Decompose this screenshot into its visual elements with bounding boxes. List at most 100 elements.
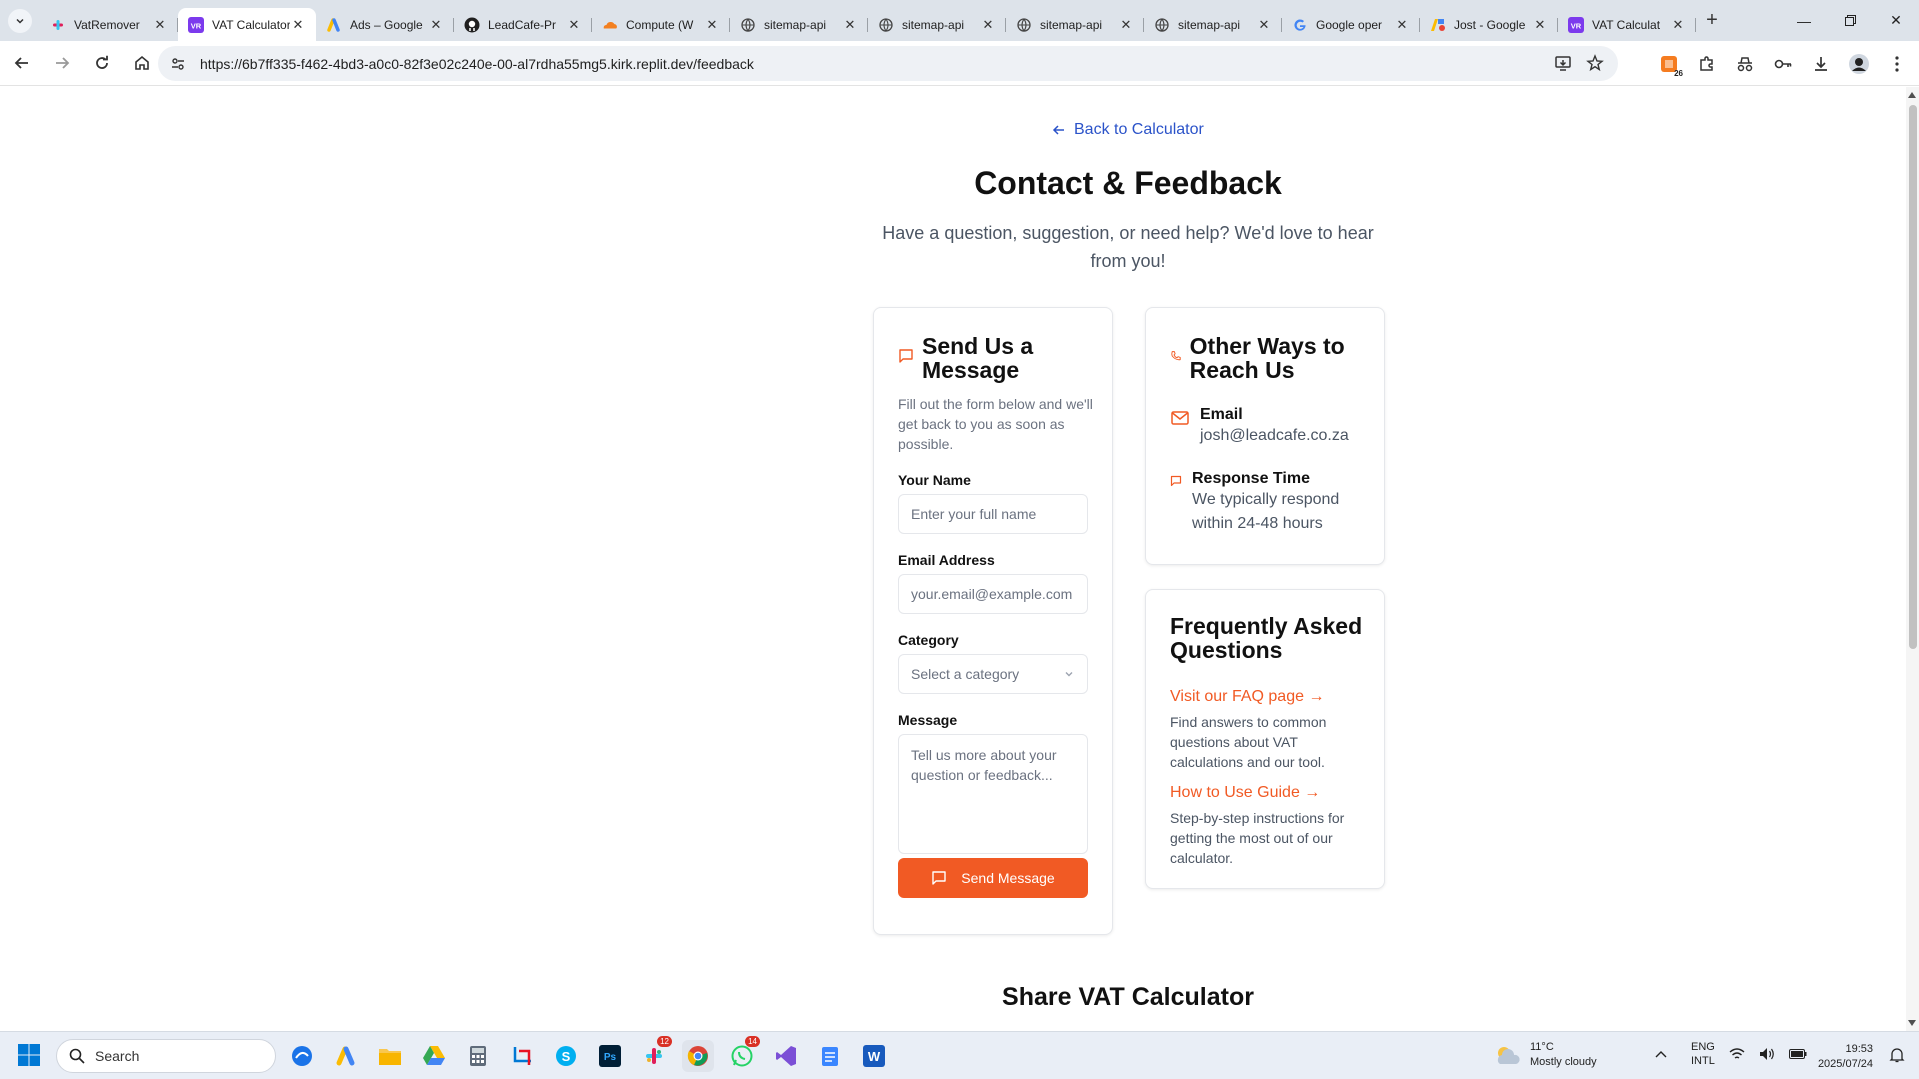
edge-app-icon[interactable] xyxy=(286,1040,318,1072)
password-manager-button[interactable] xyxy=(1769,50,1797,78)
tab-strip: VatRemover ✕ VR VAT Calculator ✕ Ads – Google… xyxy=(40,0,1696,41)
taskbar-search[interactable]: Search xyxy=(56,1039,276,1073)
address-bar[interactable]: https://6b7ff335-f462-4bd3-a0c0-82f3e02c… xyxy=(158,46,1618,81)
taskbar-clock[interactable]: 19:53 2025/07/24 xyxy=(1818,1042,1873,1072)
name-label: Your Name xyxy=(898,472,971,488)
scroll-up-arrow[interactable] xyxy=(1908,92,1916,98)
forward-button[interactable] xyxy=(44,45,80,81)
close-tab-icon[interactable]: ✕ xyxy=(980,17,996,33)
browser-tab[interactable]: VatRemover ✕ xyxy=(40,8,178,41)
browser-tab-label: LeadCafe-Pr xyxy=(488,17,557,32)
contact-email-value[interactable]: josh@leadcafe.co.za xyxy=(1200,424,1349,448)
chevron-up-icon[interactable] xyxy=(1655,1050,1667,1058)
email-label: Email Address xyxy=(898,552,995,568)
visual-studio-app-icon[interactable] xyxy=(770,1040,802,1072)
send-message-button[interactable]: Send Message xyxy=(898,858,1088,898)
browser-tab[interactable]: Google oper ✕ xyxy=(1282,8,1420,41)
chevron-down-icon xyxy=(16,18,24,24)
extension-button[interactable]: 26 xyxy=(1655,50,1683,78)
photoshop-app-icon[interactable]: Ps xyxy=(594,1040,626,1072)
notification-bell-icon[interactable] xyxy=(1889,1047,1905,1063)
globe-icon xyxy=(1016,17,1032,33)
back-button[interactable] xyxy=(4,45,40,81)
home-button[interactable] xyxy=(124,45,160,81)
chrome-app-icon[interactable] xyxy=(682,1040,714,1072)
message-textarea[interactable]: Tell us more about your question or feed… xyxy=(898,734,1088,854)
name-input[interactable]: Enter your full name xyxy=(898,494,1088,534)
browser-tab[interactable]: sitemap-api ✕ xyxy=(1144,8,1282,41)
contact-card-title: Other Ways to Reach Us xyxy=(1189,333,1345,383)
whatsapp-app-icon[interactable]: 14 xyxy=(726,1036,760,1072)
google-ads-app-icon[interactable] xyxy=(330,1040,362,1072)
faq-card: Frequently Asked Questions Visit our FAQ… xyxy=(1145,589,1385,889)
word-app-icon[interactable]: W xyxy=(858,1040,890,1072)
spy-icon xyxy=(1737,56,1753,71)
scrollbar-thumb[interactable] xyxy=(1909,105,1917,649)
close-tab-icon[interactable]: ✕ xyxy=(290,17,306,33)
browser-tab[interactable]: sitemap-api ✕ xyxy=(868,8,1006,41)
browser-tab[interactable]: Compute (W ✕ xyxy=(592,8,730,41)
slack-app-icon[interactable]: 12 xyxy=(638,1036,672,1072)
new-tab-button[interactable]: + xyxy=(1696,4,1728,37)
taskbar-weather[interactable]: 11°C Mostly cloudy xyxy=(1494,1040,1597,1070)
arrow-left-icon xyxy=(14,57,28,69)
page-scrollbar[interactable] xyxy=(1906,87,1919,1031)
response-time-title: Response Time xyxy=(1192,470,1310,487)
browser-tab[interactable]: LeadCafe-Pr ✕ xyxy=(454,8,592,41)
scroll-down-arrow[interactable] xyxy=(1908,1020,1916,1026)
snipping-tool-app-icon[interactable] xyxy=(506,1040,538,1072)
site-info-icon[interactable] xyxy=(170,56,186,72)
avatar-icon xyxy=(1849,53,1869,74)
browser-tab[interactable]: VR VAT Calculat ✕ xyxy=(1558,8,1696,41)
svg-text:VR: VR xyxy=(191,21,202,30)
downloads-button[interactable] xyxy=(1807,50,1835,78)
wifi-icon[interactable] xyxy=(1729,1047,1745,1061)
extensions-menu-button[interactable] xyxy=(1693,50,1721,78)
minimize-button[interactable]: — xyxy=(1781,0,1827,41)
browser-tab[interactable]: Ads – Google ✕ xyxy=(316,8,454,41)
close-tab-icon[interactable]: ✕ xyxy=(566,17,582,33)
notepad-app-icon[interactable] xyxy=(814,1040,846,1072)
browser-tab-label: sitemap-api xyxy=(902,17,965,32)
vr-icon: VR xyxy=(188,16,204,33)
browser-menu-button[interactable] xyxy=(1883,50,1911,78)
globe-icon xyxy=(1154,17,1170,33)
back-to-calculator-link[interactable]: Back to Calculator xyxy=(1052,121,1204,139)
tab-search-button[interactable] xyxy=(0,0,40,41)
language-layout: INTL xyxy=(1691,1055,1715,1067)
close-tab-icon[interactable]: ✕ xyxy=(842,17,858,33)
google-drive-app-icon[interactable] xyxy=(418,1040,450,1072)
battery-icon[interactable] xyxy=(1788,1048,1807,1060)
calculator-app-icon[interactable] xyxy=(462,1040,494,1072)
category-select[interactable]: Select a category xyxy=(898,654,1088,694)
close-tab-icon[interactable]: ✕ xyxy=(428,17,444,33)
browser-tab[interactable]: Jost - Google ✕ xyxy=(1420,8,1558,41)
page-viewport: Back to Calculator Contact & Feedback Ha… xyxy=(0,87,1906,1031)
incognito-button[interactable] xyxy=(1731,50,1759,78)
reload-button[interactable] xyxy=(84,45,120,81)
restore-button[interactable] xyxy=(1827,0,1873,41)
faq-card-title: Frequently Asked Questions xyxy=(1170,613,1363,663)
close-tab-icon[interactable]: ✕ xyxy=(1118,17,1134,33)
browser-tab[interactable]: VR VAT Calculator ✕ xyxy=(178,8,316,41)
volume-icon[interactable] xyxy=(1759,1047,1775,1061)
close-tab-icon[interactable]: ✕ xyxy=(152,17,168,33)
how-to-guide-link[interactable]: How to Use Guide → xyxy=(1170,784,1320,802)
browser-tab[interactable]: sitemap-api ✕ xyxy=(730,8,868,41)
windows-start-icon[interactable] xyxy=(18,1044,40,1066)
file-explorer-app-icon[interactable] xyxy=(374,1040,406,1072)
skype-app-icon[interactable]: S xyxy=(550,1040,582,1072)
close-tab-icon[interactable]: ✕ xyxy=(1532,17,1548,33)
email-input[interactable]: your.email@example.com xyxy=(898,574,1088,614)
close-tab-icon[interactable]: ✕ xyxy=(704,17,720,33)
close-tab-icon[interactable]: ✕ xyxy=(1394,17,1410,33)
faq-page-link[interactable]: Visit our FAQ page → xyxy=(1170,688,1324,706)
browser-tab[interactable]: sitemap-api ✕ xyxy=(1006,8,1144,41)
close-window-button[interactable]: ✕ xyxy=(1873,0,1919,41)
close-tab-icon[interactable]: ✕ xyxy=(1670,17,1686,33)
install-app-icon[interactable] xyxy=(1554,54,1572,72)
close-tab-icon[interactable]: ✕ xyxy=(1256,17,1272,33)
profile-avatar[interactable] xyxy=(1845,50,1873,78)
language-indicator[interactable]: ENG INTL xyxy=(1691,1040,1715,1068)
bookmark-star-icon[interactable] xyxy=(1586,54,1604,72)
